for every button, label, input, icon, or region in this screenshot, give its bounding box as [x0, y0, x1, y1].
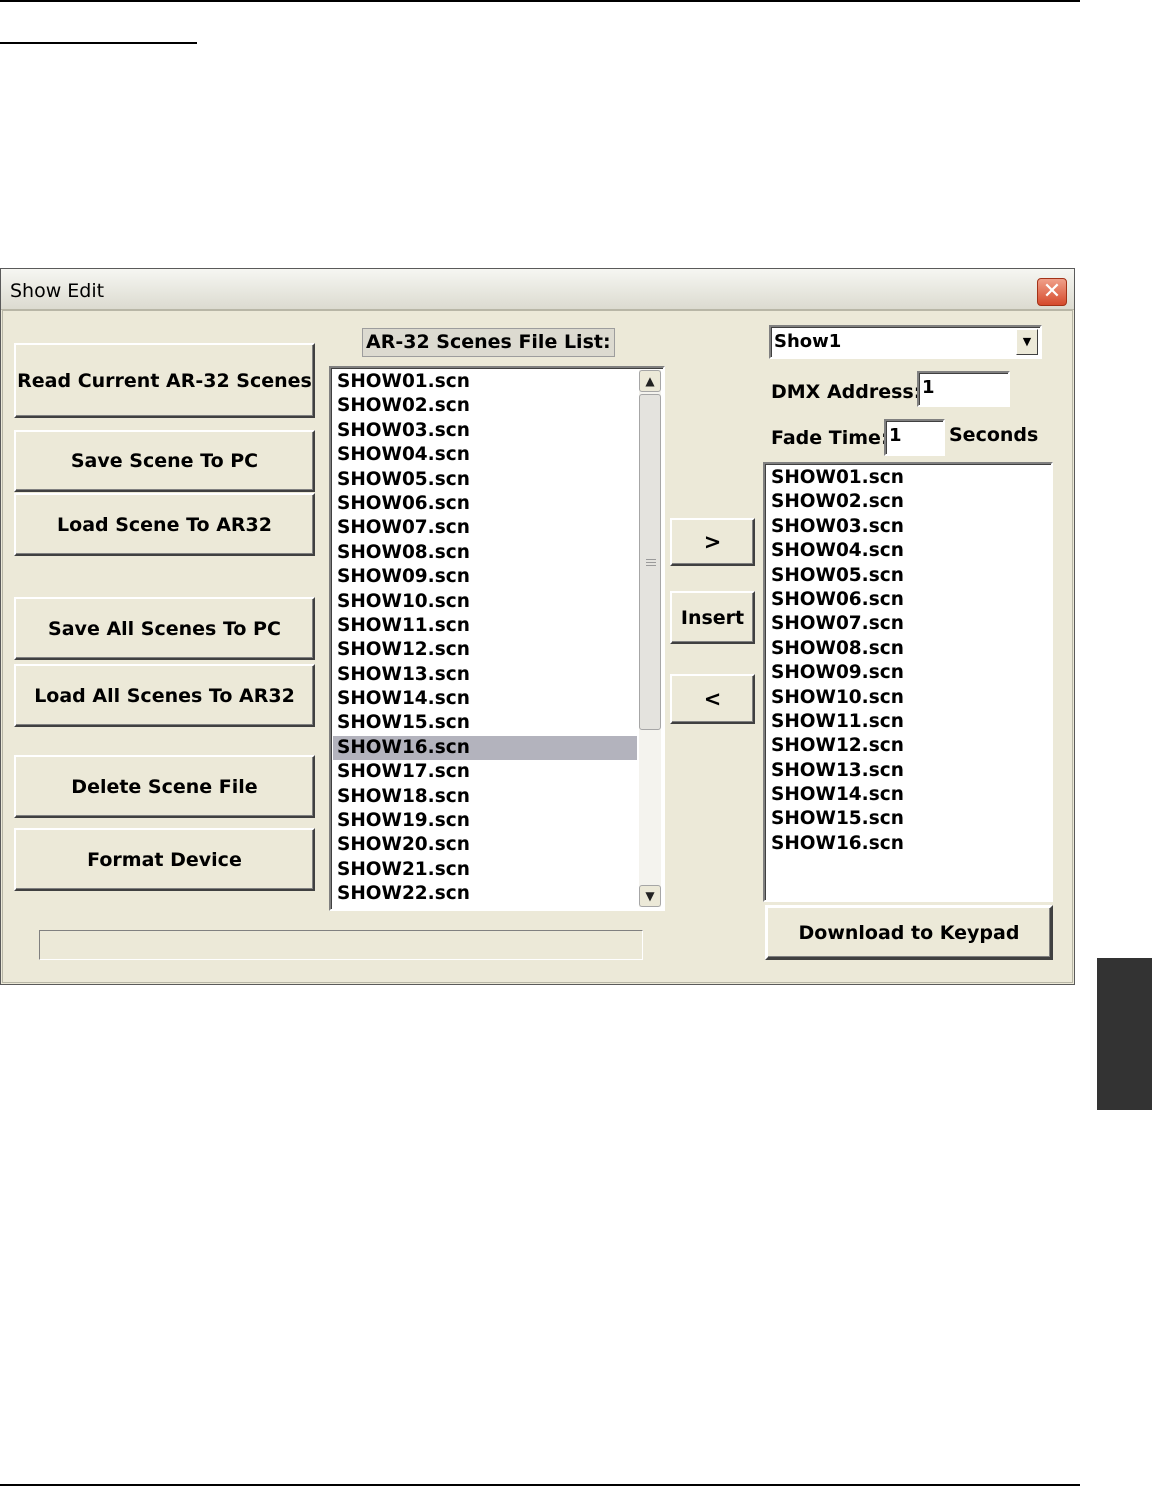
- list-item[interactable]: SHOW07.scn: [767, 612, 1049, 636]
- list-item[interactable]: SHOW17.scn: [333, 760, 637, 784]
- chevron-down-icon: ▼: [1022, 335, 1032, 348]
- scroll-up-arrow-icon: ▲: [645, 374, 655, 388]
- list-item[interactable]: SHOW09.scn: [333, 565, 637, 589]
- progress-bar: [39, 930, 643, 960]
- list-item[interactable]: SHOW05.scn: [767, 564, 1049, 588]
- load-scene-to-ar32-button[interactable]: Load Scene To AR32: [14, 493, 315, 556]
- heading-underline: [0, 42, 197, 44]
- list-item[interactable]: SHOW16.scn: [333, 735, 637, 761]
- list-item[interactable]: SHOW10.scn: [767, 686, 1049, 710]
- scrollbar-grip-icon: [646, 559, 656, 560]
- title-bar: Show Edit ✕: [1, 269, 1074, 310]
- scrollbar-thumb[interactable]: [639, 394, 661, 730]
- insert-button[interactable]: Insert: [670, 591, 755, 644]
- list-item[interactable]: SHOW15.scn: [767, 807, 1049, 831]
- list-item[interactable]: SHOW04.scn: [333, 443, 637, 467]
- save-all-scenes-to-pc-button[interactable]: Save All Scenes To PC: [14, 597, 315, 660]
- window-title: Show Edit: [10, 280, 105, 302]
- list-item[interactable]: SHOW18.scn: [333, 785, 637, 809]
- list-item[interactable]: SHOW12.scn: [767, 734, 1049, 758]
- scene-file-list[interactable]: SHOW01.scn SHOW02.scn SHOW03.scn SHOW04.scn…: [329, 366, 665, 911]
- dmx-address-label: DMX Address:: [771, 381, 922, 403]
- show-edit-window: Show Edit ✕ Read Current AR-32 Scenes Sa…: [0, 268, 1075, 985]
- scroll-down-button[interactable]: ▼: [639, 885, 661, 907]
- fade-time-label: Fade Time:: [771, 427, 889, 449]
- download-to-keypad-button[interactable]: Download to Keypad: [765, 905, 1053, 960]
- list-item[interactable]: SHOW21.scn: [333, 858, 637, 882]
- dmx-address-value: 1: [922, 377, 935, 398]
- list-item[interactable]: SHOW01.scn: [333, 370, 637, 394]
- close-button[interactable]: ✕: [1037, 278, 1067, 306]
- list-item[interactable]: SHOW11.scn: [333, 614, 637, 638]
- list-item[interactable]: SHOW07.scn: [333, 516, 637, 540]
- scene-list-scrollbar[interactable]: ▲ ▼: [639, 370, 661, 907]
- list-item[interactable]: SHOW20.scn: [333, 833, 637, 857]
- fade-time-unit: Seconds: [949, 424, 1039, 446]
- dropdown-button[interactable]: ▼: [1016, 329, 1038, 355]
- close-icon: ✕: [1042, 279, 1062, 304]
- load-all-scenes-to-ar32-button[interactable]: Load All Scenes To AR32: [14, 664, 315, 727]
- list-item[interactable]: SHOW14.scn: [333, 687, 637, 711]
- list-item[interactable]: SHOW08.scn: [767, 637, 1049, 661]
- list-item[interactable]: SHOW13.scn: [767, 759, 1049, 783]
- fade-time-input[interactable]: 1: [884, 419, 945, 456]
- scene-list-label: AR-32 Scenes File List:: [362, 328, 615, 357]
- list-item[interactable]: SHOW10.scn: [333, 590, 637, 614]
- fade-time-value: 1: [889, 425, 902, 446]
- list-item[interactable]: SHOW08.scn: [333, 541, 637, 565]
- list-item[interactable]: SHOW22.scn: [333, 882, 637, 906]
- scroll-down-arrow-icon: ▼: [645, 889, 655, 903]
- section-tab-marker: [1097, 958, 1152, 1110]
- list-item[interactable]: SHOW16.scn: [767, 832, 1049, 856]
- show-select[interactable]: Show1 ▼: [769, 325, 1042, 359]
- add-to-show-button[interactable]: >: [670, 518, 755, 566]
- save-scene-to-pc-button[interactable]: Save Scene To PC: [14, 430, 315, 492]
- show-list-items: SHOW01.scn SHOW02.scn SHOW03.scn SHOW04.scn…: [767, 466, 1049, 856]
- list-item[interactable]: SHOW03.scn: [767, 515, 1049, 539]
- show-scene-list[interactable]: SHOW01.scn SHOW02.scn SHOW03.scn SHOW04.scn…: [763, 462, 1053, 902]
- dialog-client-area: Read Current AR-32 Scenes Save Scene To …: [2, 310, 1073, 983]
- format-device-button[interactable]: Format Device: [14, 828, 315, 891]
- list-item[interactable]: SHOW06.scn: [767, 588, 1049, 612]
- list-item[interactable]: SHOW14.scn: [767, 783, 1049, 807]
- list-item[interactable]: SHOW03.scn: [333, 419, 637, 443]
- delete-scene-file-button[interactable]: Delete Scene File: [14, 755, 315, 818]
- dmx-address-input[interactable]: 1: [917, 371, 1010, 407]
- show-select-value: Show1: [774, 331, 842, 352]
- remove-from-show-button[interactable]: <: [670, 674, 755, 724]
- list-item[interactable]: SHOW19.scn: [333, 809, 637, 833]
- list-item[interactable]: SHOW02.scn: [333, 394, 637, 418]
- list-item[interactable]: SHOW05.scn: [333, 468, 637, 492]
- read-current-scenes-button[interactable]: Read Current AR-32 Scenes: [14, 343, 315, 418]
- scene-list-items: SHOW01.scn SHOW02.scn SHOW03.scn SHOW04.scn…: [333, 370, 637, 907]
- list-item[interactable]: SHOW13.scn: [333, 663, 637, 687]
- page-top-rule: [0, 0, 1080, 2]
- list-item[interactable]: SHOW11.scn: [767, 710, 1049, 734]
- list-item[interactable]: SHOW09.scn: [767, 661, 1049, 685]
- page-bottom-rule: [0, 1484, 1080, 1486]
- list-item[interactable]: SHOW12.scn: [333, 638, 637, 662]
- list-item[interactable]: SHOW04.scn: [767, 539, 1049, 563]
- scroll-up-button[interactable]: ▲: [639, 370, 661, 392]
- list-item[interactable]: SHOW06.scn: [333, 492, 637, 516]
- list-item[interactable]: SHOW01.scn: [767, 466, 1049, 490]
- list-item[interactable]: SHOW15.scn: [333, 711, 637, 735]
- list-item[interactable]: SHOW02.scn: [767, 490, 1049, 514]
